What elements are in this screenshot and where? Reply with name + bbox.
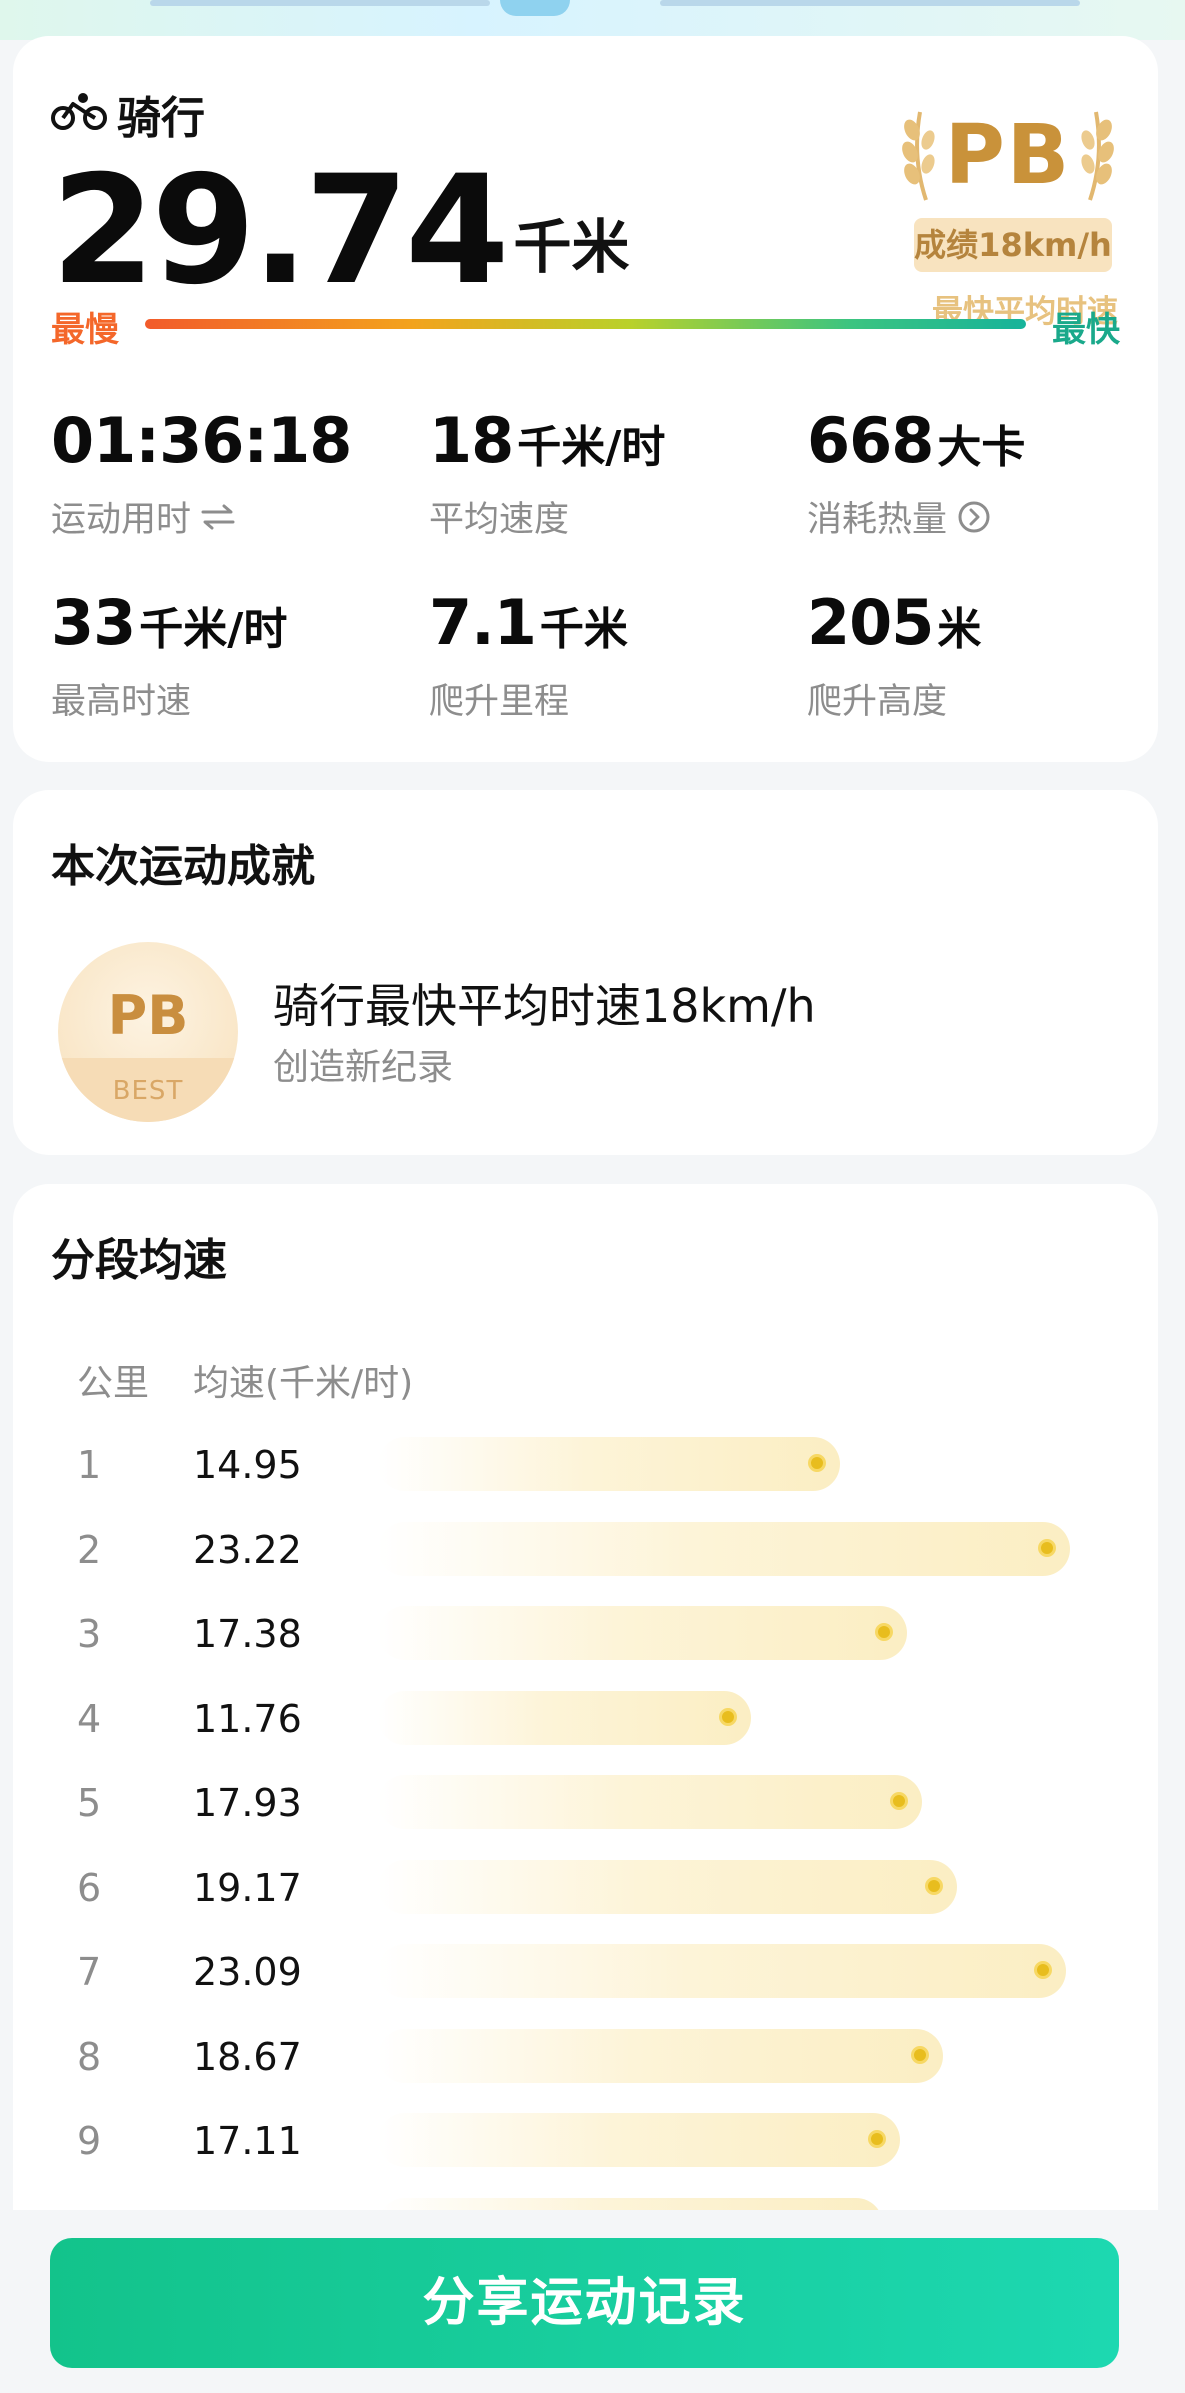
split-row: 3 17.38 bbox=[13, 1598, 1158, 1668]
split-row: 6 19.17 bbox=[13, 1852, 1158, 1922]
wheat-right-icon bbox=[1081, 111, 1114, 201]
split-speed-bar bbox=[378, 2113, 900, 2167]
splits-title: 分段均速 bbox=[51, 1235, 227, 1286]
achievement-card[interactable]: 本次运动成就 PB BEST 骑行最快平均时速18km/h 创造新纪录 bbox=[13, 790, 1158, 1155]
split-speed-bar bbox=[378, 1859, 957, 1914]
scale-slow-label: 最慢 bbox=[51, 310, 119, 350]
col-speed-header: 均速(千米/时) bbox=[193, 1363, 414, 1404]
split-speed: 14.95 bbox=[193, 1443, 302, 1487]
split-speed: 23.09 bbox=[193, 1950, 302, 1994]
split-speed-bar bbox=[378, 1606, 908, 1660]
stat-value: 01:36:18 bbox=[51, 404, 352, 477]
split-speed-dot bbox=[807, 1454, 826, 1472]
distance-value: 29.74 bbox=[51, 144, 509, 318]
achievement-headline: 骑行最快平均时速18km/h bbox=[273, 979, 816, 1033]
split-speed: 17.11 bbox=[193, 2119, 302, 2163]
distance: 29.74 千米 bbox=[51, 156, 629, 306]
col-km-header: 公里 bbox=[77, 1363, 150, 1404]
split-km: 4 bbox=[77, 1696, 102, 1741]
sport-label: 骑行 bbox=[117, 93, 205, 144]
map-marker bbox=[500, 0, 570, 16]
split-km: 6 bbox=[77, 1865, 102, 1910]
split-speed: 17.93 bbox=[193, 1781, 302, 1825]
stat-label: 平均速度 bbox=[429, 500, 570, 540]
split-speed-bar bbox=[378, 1944, 1066, 1998]
stat-max-speed: 33 千米/时 最高时速 bbox=[51, 586, 411, 724]
stat-unit: 米 bbox=[937, 604, 982, 655]
split-speed: 11.76 bbox=[193, 1696, 302, 1741]
split-km: 9 bbox=[77, 2119, 102, 2163]
sport-type: 骑行 bbox=[51, 82, 205, 146]
split-row: 2 23.22 bbox=[13, 1514, 1158, 1584]
achievement-title: 本次运动成就 bbox=[51, 841, 315, 892]
medal-pb-text: PB bbox=[107, 984, 189, 1047]
stat-avg-speed: 18 千米/时 平均速度 bbox=[429, 404, 789, 542]
split-row: 8 18.67 bbox=[13, 2021, 1158, 2091]
stat-value: 668 bbox=[807, 404, 934, 477]
stat-climb-distance: 7.1 千米 爬升里程 bbox=[429, 586, 789, 724]
stat-label: 消耗热量 bbox=[807, 500, 948, 540]
split-speed: 18.67 bbox=[193, 2034, 302, 2079]
split-km: 8 bbox=[77, 2034, 102, 2079]
stat-value: 205 bbox=[807, 586, 934, 659]
swap-icon[interactable] bbox=[201, 504, 235, 530]
stat-unit: 千米/时 bbox=[139, 604, 288, 655]
stat-label: 最高时速 bbox=[51, 682, 192, 722]
split-km: 5 bbox=[77, 1781, 102, 1825]
split-row: 9 17.11 bbox=[13, 2105, 1158, 2175]
stat-value: 33 bbox=[51, 586, 136, 659]
split-speed-dot bbox=[924, 1876, 943, 1895]
stat-unit: 千米/时 bbox=[517, 422, 666, 473]
stat-climb-height: 205 米 爬升高度 bbox=[807, 586, 1167, 724]
stat-duration[interactable]: 01:36:18 运动用时 bbox=[51, 404, 411, 542]
stat-value: 18 bbox=[429, 404, 514, 477]
map-road bbox=[150, 0, 490, 6]
split-speed-dot bbox=[1033, 1961, 1052, 1979]
achievement-subline: 创造新纪录 bbox=[273, 1047, 454, 1088]
share-record-button[interactable]: 分享运动记录 bbox=[50, 2238, 1119, 2368]
split-speed-bar bbox=[378, 1775, 923, 1829]
map-road bbox=[660, 0, 1080, 6]
split-row: 4 11.76 bbox=[13, 1683, 1158, 1753]
split-km: 7 bbox=[77, 1950, 102, 1994]
split-speed-dot bbox=[867, 2130, 886, 2148]
stat-label: 爬升高度 bbox=[807, 682, 948, 722]
stat-unit: 千米 bbox=[539, 604, 628, 655]
summary-card: 骑行 29.74 千米 PB 成绩18km/h 最快平均时速 最慢 最快 01:… bbox=[13, 36, 1158, 762]
split-speed-dot bbox=[718, 1707, 737, 1726]
split-speed: 19.17 bbox=[193, 1865, 302, 1910]
split-row: 1 14.95 bbox=[13, 1429, 1158, 1499]
scale-gradient-bar bbox=[145, 319, 1026, 329]
bicycle-icon bbox=[51, 92, 107, 136]
split-speed-bar bbox=[378, 1690, 751, 1745]
split-speed-dot bbox=[1037, 1538, 1056, 1557]
pb-medal-icon: PB BEST bbox=[58, 942, 238, 1122]
split-speed-dot bbox=[911, 2045, 930, 2064]
stat-value: 7.1 bbox=[429, 586, 537, 659]
pb-badge[interactable]: PB 成绩18km/h 最快平均时速 bbox=[898, 76, 1118, 330]
scale-fast-label: 最快 bbox=[1052, 310, 1120, 350]
stat-calories[interactable]: 668 大卡 消耗热量 bbox=[807, 404, 1167, 542]
split-speed: 23.22 bbox=[193, 1527, 302, 1572]
medal-best-text: BEST bbox=[112, 1076, 184, 1106]
speed-color-scale: 最慢 最快 bbox=[51, 302, 1120, 352]
stat-label: 爬升里程 bbox=[429, 682, 570, 722]
split-speed-bar bbox=[378, 1521, 1070, 1576]
split-speed: 17.38 bbox=[193, 1612, 302, 1656]
split-speed-bar bbox=[378, 1437, 840, 1491]
split-speed-bar bbox=[378, 2028, 944, 2083]
map-preview[interactable] bbox=[0, 0, 1185, 40]
distance-unit: 千米 bbox=[513, 213, 630, 281]
stat-label: 运动用时 bbox=[51, 500, 192, 540]
split-km: 3 bbox=[77, 1612, 102, 1656]
split-km: 1 bbox=[77, 1443, 102, 1487]
split-row: 5 17.93 bbox=[13, 1767, 1158, 1837]
split-km: 2 bbox=[77, 1527, 102, 1572]
stat-unit: 大卡 bbox=[937, 422, 1026, 473]
pb-result: 成绩18km/h bbox=[914, 218, 1112, 272]
split-row: 7 23.09 bbox=[13, 1936, 1158, 2006]
chevron-right-circle-icon[interactable] bbox=[957, 500, 991, 534]
